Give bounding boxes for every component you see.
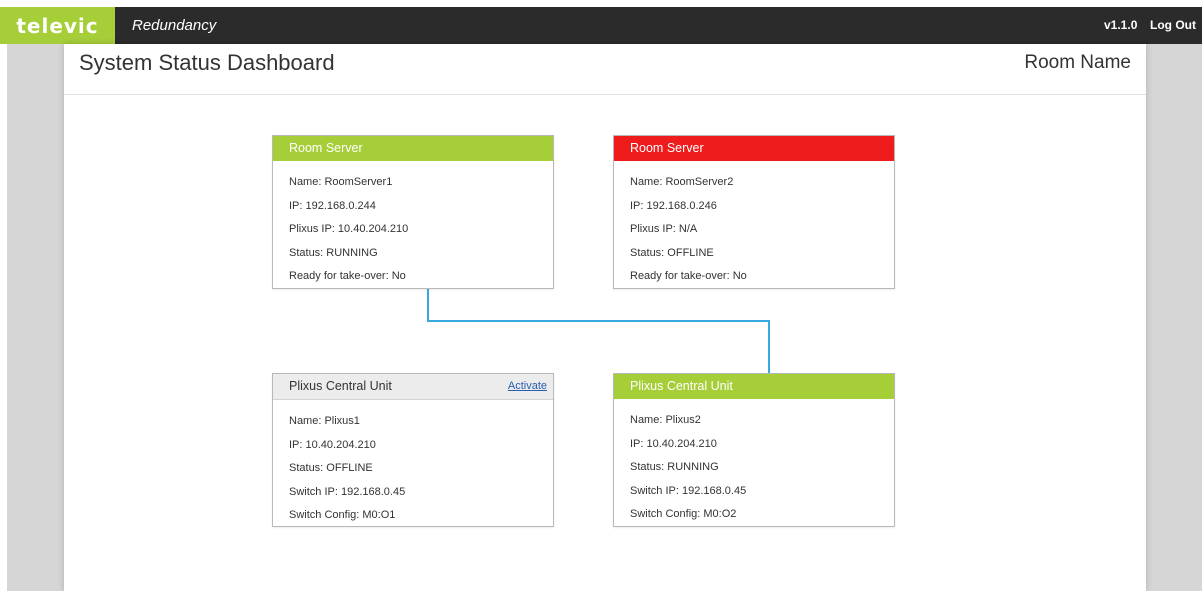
room-server-2-header: Room Server [614,136,894,161]
room-server-2-takeover: Ready for take-over: No [630,270,747,282]
room-server-1-status: Status: RUNNING [289,246,378,259]
room-server-2-name: Name: RoomServer2 [630,176,734,188]
navbar: televic Redundancy v1.1.0 Log Out [0,7,1202,44]
televic-logo[interactable]: televic [0,7,115,44]
plixus-unit-1-name: Name: Plixus1 [289,415,360,427]
panel-header: System Status Dashboard Room Name [64,44,1146,95]
plixus-unit-1-switch-ip: Switch IP: 192.168.0.45 [289,485,406,498]
top-strip [0,0,1202,7]
room-server-2-ip: IP: 192.168.0.246 [630,199,717,212]
room-server-1-takeover: Ready for take-over: No [289,270,406,282]
logout-button[interactable]: Log Out [1150,7,1196,44]
activate-link[interactable]: Activate [508,374,547,399]
room-server-2-card: Room Server Name: RoomServer2 IP: 192.16… [613,135,895,289]
room-server-1-plixus-ip: Plixus IP: 10.40.204.210 [289,223,409,235]
plixus-unit-2-switch-config: Switch Config: M0:O2 [630,508,737,520]
plixus-unit-2-ip: IP: 10.40.204.210 [630,437,717,450]
plixus-unit-2-name: Name: Plixus2 [630,414,701,426]
room-server-1-ip: IP: 192.168.0.244 [289,199,376,212]
plixus-unit-2-status: Status: RUNNING [630,461,719,473]
left-gutter [0,44,7,591]
plixus-unit-1-header: Plixus Central Unit Activate [273,374,553,400]
room-server-2-status: Status: OFFLINE [630,246,714,259]
page-title: System Status Dashboard [79,50,335,75]
plixus-unit-2-header: Plixus Central Unit [614,374,894,399]
plixus-unit-2-card: Plixus Central Unit Name: Plixus2 IP: 10… [613,373,895,527]
room-server-2-plixus-ip: Plixus IP: N/A [630,223,698,235]
room-name: Room Name [1024,52,1131,73]
plixus-unit-1-status: Status: OFFLINE [289,462,373,474]
plixus-unit-2-switch-ip: Switch IP: 192.168.0.45 [630,484,747,497]
app-title: Redundancy [132,17,217,34]
plixus-unit-1-switch-config: Switch Config: M0:O1 [289,509,396,521]
version-label: v1.1.0 [1104,18,1138,32]
plixus-unit-1-title: Plixus Central Unit [289,379,392,393]
dashboard-panel: System Status Dashboard Room Name [64,44,1146,591]
plixus-unit-1-ip: IP: 10.40.204.210 [289,438,376,451]
room-server-1-card: Room Server Name: RoomServer1 IP: 192.16… [272,135,554,289]
room-server-1-header: Room Server [273,136,553,161]
plixus-unit-1-card: Plixus Central Unit Activate Name: Plixu… [272,373,554,527]
room-server-1-name: Name: RoomServer1 [289,176,393,188]
